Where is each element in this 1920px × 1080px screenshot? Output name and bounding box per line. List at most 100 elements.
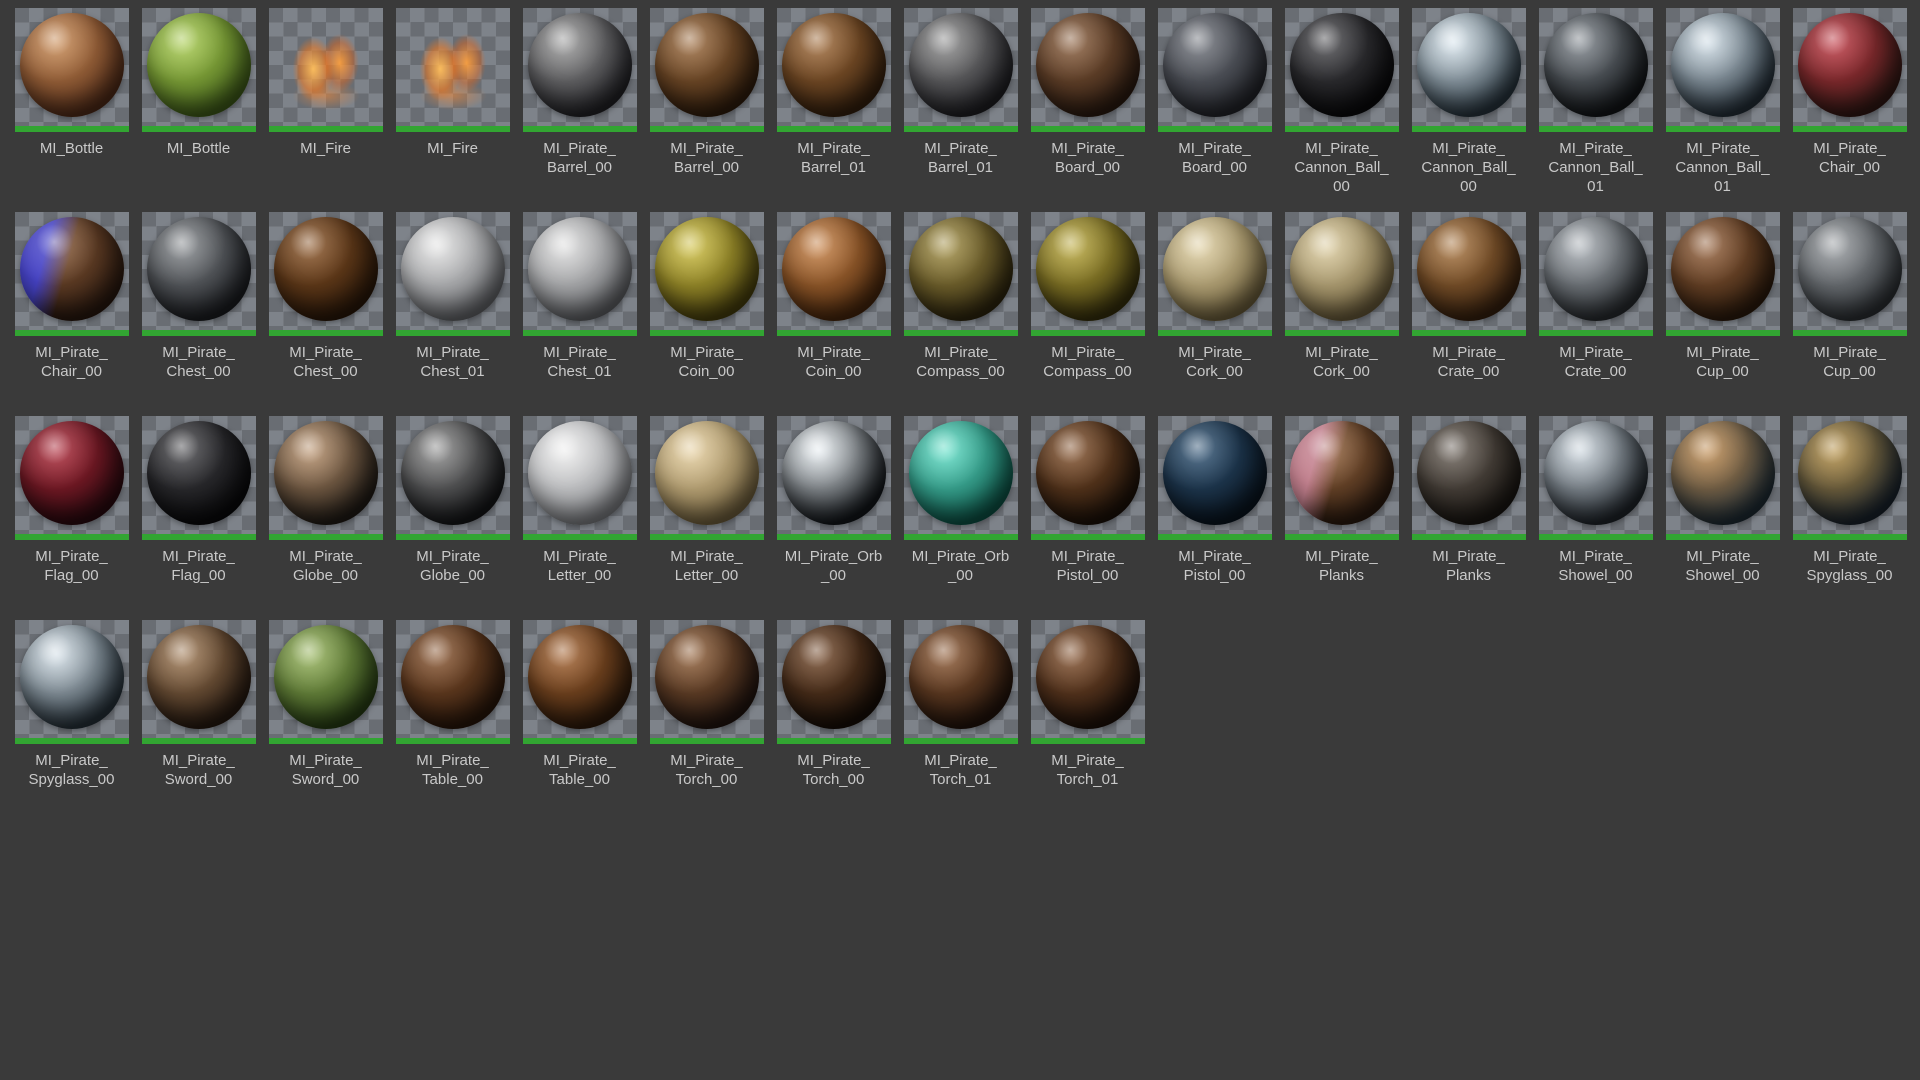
asset-tile[interactable]: MI_Pirate_ Letter_00 — [643, 416, 770, 585]
sphere-highlight-icon — [1289, 13, 1394, 117]
asset-tile[interactable]: MI_Pirate_ Cannon_Ball_ 00 — [1278, 8, 1405, 196]
asset-tile[interactable]: MI_Pirate_ Flag_00 — [8, 416, 135, 585]
asset-tile[interactable]: MI_Pirate_ Table_00 — [389, 620, 516, 789]
material-sphere — [1035, 625, 1140, 729]
asset-tile[interactable]: MI_Pirate_ Chest_01 — [516, 212, 643, 381]
material-sphere — [654, 13, 759, 117]
asset-label: MI_Pirate_ Chair_00 — [1813, 140, 1886, 176]
asset-tile[interactable]: MI_Pirate_ Board_00 — [1151, 8, 1278, 177]
asset-tile[interactable]: MI_Pirate_ Chest_00 — [262, 212, 389, 381]
sphere-highlight-icon — [400, 421, 505, 525]
material-instance-color-bar — [395, 126, 510, 132]
asset-tile[interactable]: MI_Pirate_ Letter_00 — [516, 416, 643, 585]
asset-tile[interactable]: MI_Pirate_ Cork_00 — [1278, 212, 1405, 381]
asset-tile[interactable]: MI_Pirate_ Chair_00 — [1786, 8, 1913, 177]
asset-tile[interactable]: MI_Pirate_ Pistol_00 — [1024, 416, 1151, 585]
material-sphere — [19, 13, 124, 117]
asset-tile[interactable]: MI_Pirate_ Cannon_Ball_ 01 — [1659, 8, 1786, 196]
asset-tile[interactable]: MI_Pirate_ Barrel_01 — [770, 8, 897, 177]
material-instance-color-bar — [1157, 126, 1272, 132]
material-instance-color-bar — [1157, 534, 1272, 540]
material-instance-color-bar — [268, 126, 383, 132]
asset-tile[interactable]: MI_Pirate_ Torch_01 — [897, 620, 1024, 789]
asset-tile[interactable]: MI_Pirate_ Coin_00 — [770, 212, 897, 381]
asset-tile[interactable]: MI_Pirate_ Chest_00 — [135, 212, 262, 381]
asset-thumbnail — [1030, 8, 1145, 132]
asset-tile[interactable]: MI_Pirate_ Torch_01 — [1024, 620, 1151, 789]
material-sphere — [1416, 421, 1521, 525]
asset-thumbnail — [1030, 212, 1145, 336]
material-sphere — [1670, 421, 1775, 525]
asset-tile[interactable]: MI_Pirate_ Cannon_Ball_ 00 — [1405, 8, 1532, 196]
material-instance-color-bar — [1030, 738, 1145, 744]
material-sphere — [1035, 13, 1140, 117]
material-instance-color-bar — [141, 330, 256, 336]
asset-tile[interactable]: MI_Pirate_ Planks — [1405, 416, 1532, 585]
asset-tile[interactable]: MI_Pirate_Orb _00 — [770, 416, 897, 585]
asset-tile[interactable]: MI_Pirate_ Crate_00 — [1532, 212, 1659, 381]
asset-tile[interactable]: MI_Pirate_ Globe_00 — [389, 416, 516, 585]
sphere-highlight-icon — [1797, 217, 1902, 321]
material-sphere — [654, 421, 759, 525]
material-sphere — [1035, 421, 1140, 525]
asset-tile[interactable]: MI_Pirate_ Crate_00 — [1405, 212, 1532, 381]
asset-tile[interactable]: MI_Pirate_ Planks — [1278, 416, 1405, 585]
asset-thumbnail — [522, 620, 637, 744]
asset-label: MI_Pirate_ Torch_01 — [1051, 752, 1124, 788]
asset-tile[interactable]: MI_Pirate_ Barrel_00 — [643, 8, 770, 177]
asset-thumbnail — [776, 620, 891, 744]
asset-tile[interactable]: MI_Pirate_ Showel_00 — [1532, 416, 1659, 585]
asset-thumbnail — [1284, 8, 1399, 132]
asset-tile[interactable]: MI_Pirate_ Barrel_01 — [897, 8, 1024, 177]
asset-tile[interactable]: MI_Pirate_ Spyglass_00 — [8, 620, 135, 789]
asset-label: MI_Pirate_ Coin_00 — [670, 344, 743, 380]
asset-tile[interactable]: MI_Bottle — [135, 8, 262, 158]
asset-tile[interactable]: MI_Pirate_ Coin_00 — [643, 212, 770, 381]
asset-tile[interactable]: MI_Pirate_ Cannon_Ball_ 01 — [1532, 8, 1659, 196]
asset-tile[interactable]: MI_Pirate_ Torch_00 — [770, 620, 897, 789]
sphere-highlight-icon — [146, 13, 251, 117]
asset-tile[interactable]: MI_Pirate_ Globe_00 — [262, 416, 389, 585]
asset-tile[interactable]: MI_Bottle — [8, 8, 135, 158]
material-instance-color-bar — [268, 330, 383, 336]
asset-tile[interactable]: MI_Pirate_ Showel_00 — [1659, 416, 1786, 585]
asset-tile[interactable]: MI_Pirate_ Barrel_00 — [516, 8, 643, 177]
asset-thumbnail — [776, 212, 891, 336]
material-instance-color-bar — [903, 738, 1018, 744]
asset-thumbnail — [1411, 212, 1526, 336]
asset-thumbnail — [14, 8, 129, 132]
asset-thumbnail — [268, 416, 383, 540]
asset-label: MI_Pirate_Orb _00 — [911, 548, 1010, 584]
material-sphere — [146, 217, 251, 321]
asset-tile[interactable]: MI_Pirate_ Torch_00 — [643, 620, 770, 789]
sphere-highlight-icon — [908, 421, 1013, 525]
asset-tile[interactable]: MI_Pirate_ Compass_00 — [897, 212, 1024, 381]
asset-tile[interactable]: MI_Pirate_ Cork_00 — [1151, 212, 1278, 381]
asset-tile[interactable]: MI_Pirate_ Board_00 — [1024, 8, 1151, 177]
asset-label: MI_Pirate_ Spyglass_00 — [1806, 548, 1893, 584]
asset-tile[interactable]: MI_Pirate_Orb _00 — [897, 416, 1024, 585]
asset-tile[interactable]: MI_Fire — [389, 8, 516, 158]
asset-thumbnail — [776, 8, 891, 132]
sphere-highlight-icon — [1543, 217, 1648, 321]
asset-tile[interactable]: MI_Pirate_ Sword_00 — [135, 620, 262, 789]
asset-tile[interactable]: MI_Pirate_ Compass_00 — [1024, 212, 1151, 381]
asset-tile[interactable]: MI_Fire — [262, 8, 389, 158]
asset-tile[interactable]: MI_Pirate_ Cup_00 — [1786, 212, 1913, 381]
asset-tile[interactable]: MI_Pirate_ Sword_00 — [262, 620, 389, 789]
asset-thumbnail — [1538, 8, 1653, 132]
asset-tile[interactable]: MI_Pirate_ Spyglass_00 — [1786, 416, 1913, 585]
asset-tile[interactable]: MI_Pirate_ Flag_00 — [135, 416, 262, 585]
asset-tile[interactable]: MI_Pirate_ Table_00 — [516, 620, 643, 789]
sphere-highlight-icon — [527, 13, 632, 117]
asset-thumbnail — [1538, 416, 1653, 540]
asset-tile[interactable]: MI_Pirate_ Cup_00 — [1659, 212, 1786, 381]
asset-thumbnail — [395, 416, 510, 540]
asset-label: MI_Pirate_ Globe_00 — [416, 548, 489, 584]
asset-tile[interactable]: MI_Pirate_ Pistol_00 — [1151, 416, 1278, 585]
material-sphere — [908, 625, 1013, 729]
sphere-highlight-icon — [1289, 217, 1394, 321]
asset-tile[interactable]: MI_Pirate_ Chair_00 — [8, 212, 135, 381]
asset-thumbnail — [141, 212, 256, 336]
asset-tile[interactable]: MI_Pirate_ Chest_01 — [389, 212, 516, 381]
